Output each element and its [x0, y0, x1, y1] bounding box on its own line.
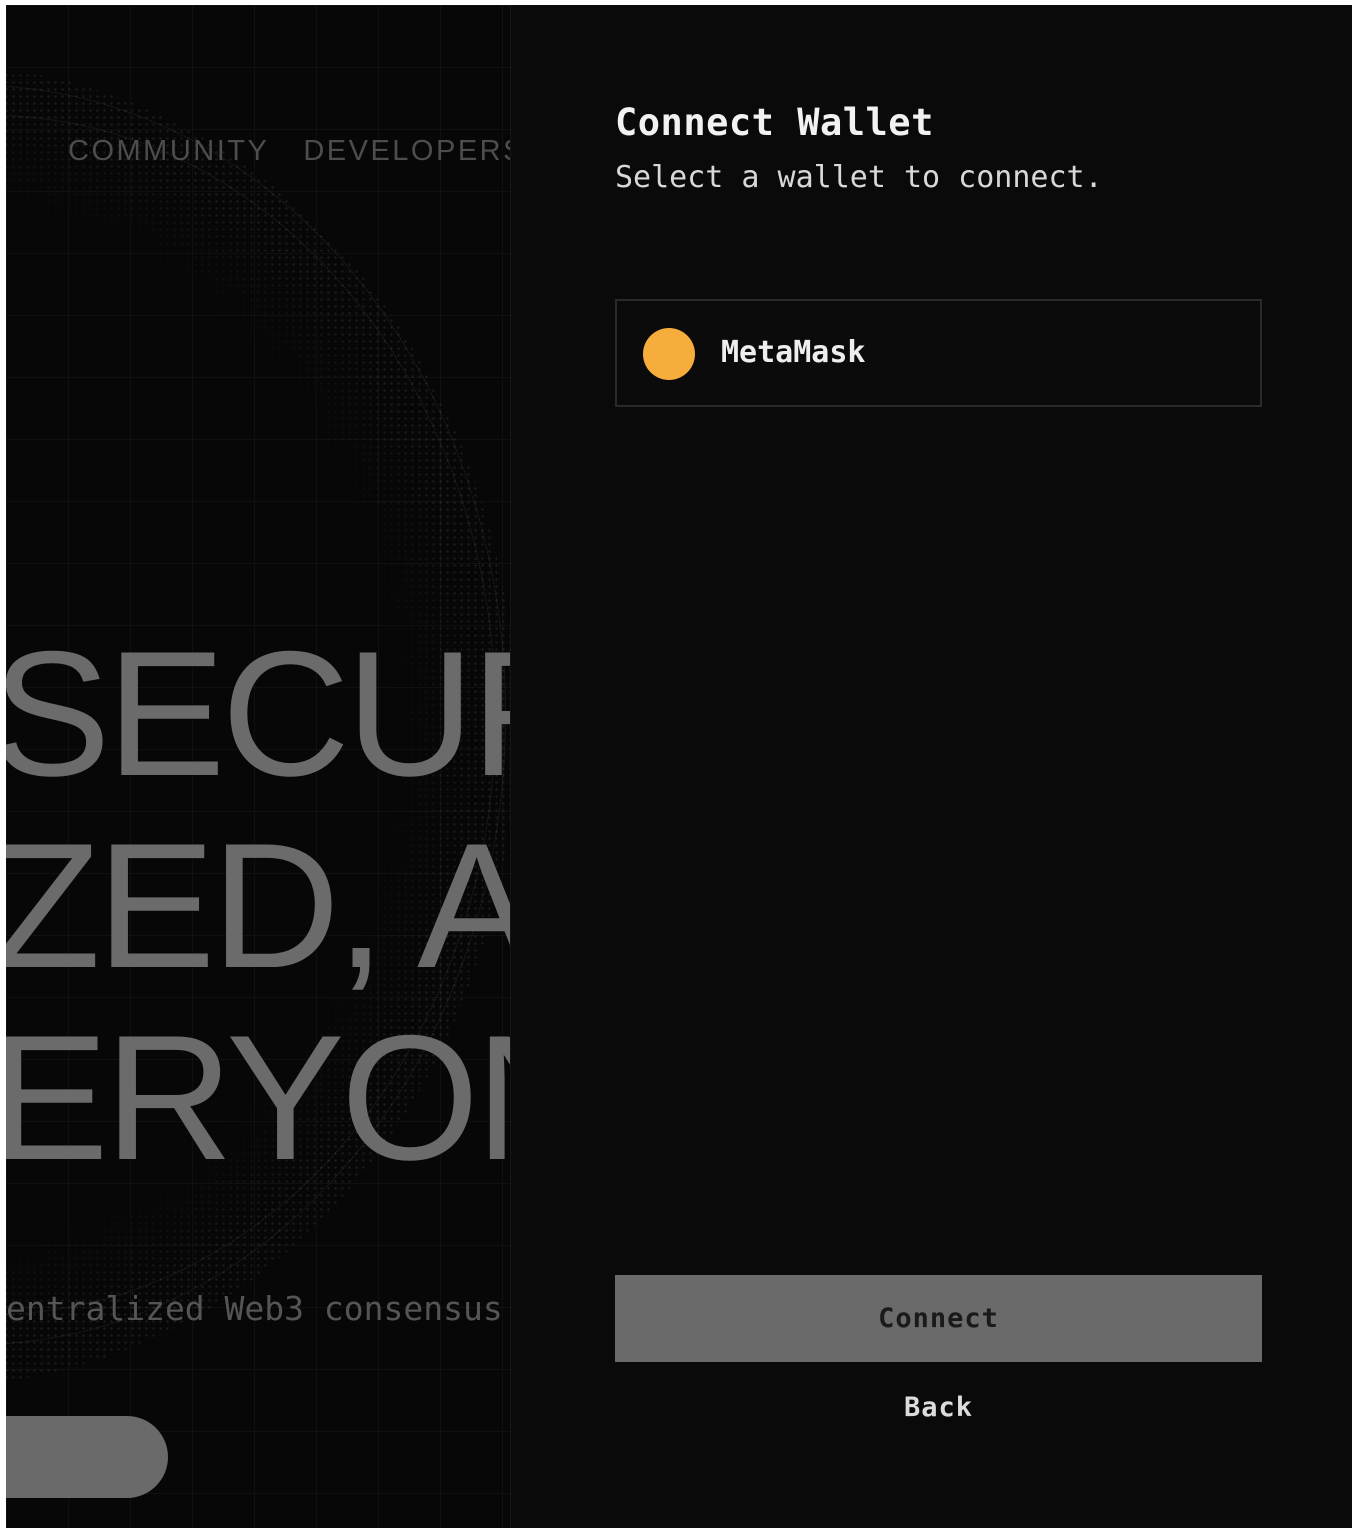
connect-wallet-panel: Connect Wallet Select a wallet to connec… — [510, 5, 1352, 1528]
hero-line-2: ZED, A — [6, 806, 510, 1005]
app-window: COMMUNITY DEVELOPERS SECURE ZED, A ERYONE… — [6, 5, 1352, 1528]
metamask-icon — [643, 328, 695, 380]
nav-item-community[interactable]: COMMUNITY — [68, 135, 269, 167]
background-page: COMMUNITY DEVELOPERS SECURE ZED, A ERYONE… — [6, 5, 510, 1528]
back-button[interactable]: Back — [615, 1385, 1262, 1429]
nav-item-developers[interactable]: DEVELOPERS — [303, 135, 510, 167]
background-nav: COMMUNITY DEVELOPERS — [68, 135, 510, 168]
wallet-option-metamask[interactable]: MetaMask — [615, 299, 1262, 407]
hero-subheadline: entralized Web3 consensus — [6, 1289, 503, 1328]
hero-line-3: ERYONE — [6, 998, 510, 1197]
wallet-option-label: MetaMask — [721, 335, 866, 370]
cta-button[interactable] — [6, 1416, 168, 1498]
hero-line-1: SECURE — [6, 614, 510, 813]
connect-button[interactable]: Connect — [615, 1275, 1262, 1362]
modal-subtitle: Select a wallet to connect. — [615, 160, 1103, 195]
modal-title: Connect Wallet — [615, 101, 934, 144]
